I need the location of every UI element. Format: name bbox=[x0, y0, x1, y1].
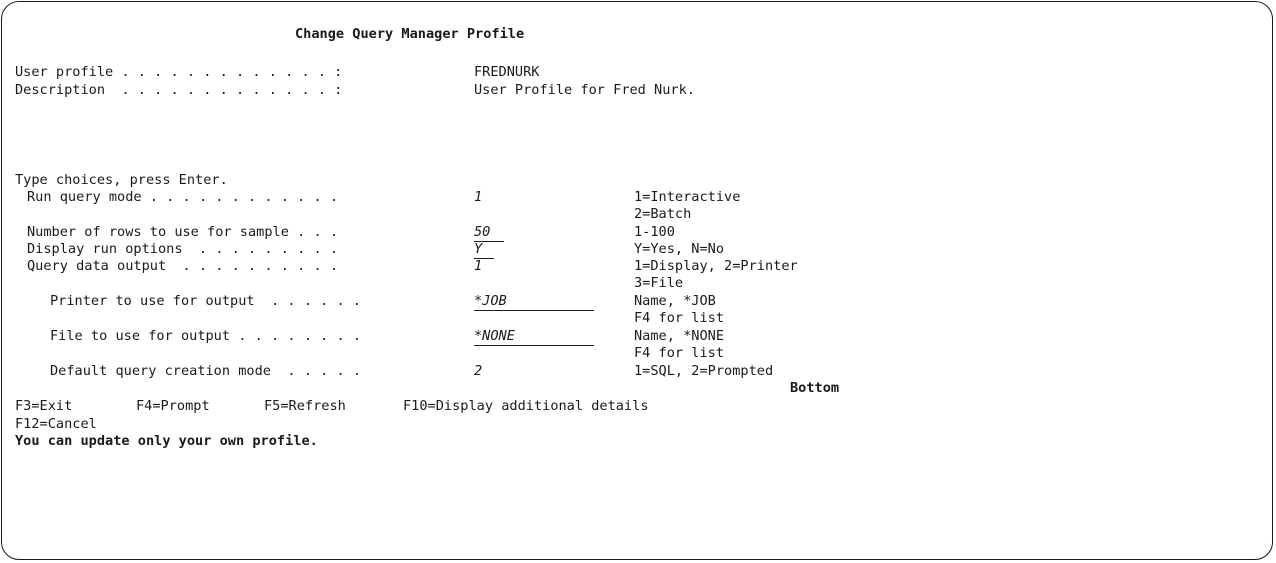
user-profile-value: FREDNURK bbox=[474, 64, 540, 80]
description-label: Description . . . . . . . . . . . . . : bbox=[15, 82, 343, 98]
run-query-mode-help-1: 1=Interactive bbox=[634, 189, 741, 205]
file-output-help-2: F4 for list bbox=[634, 345, 725, 361]
file-output-label: File to use for output . . . . . . . . bbox=[50, 328, 361, 344]
f3-exit-key[interactable]: F3=Exit bbox=[15, 398, 72, 415]
printer-output-input[interactable]: *JOB bbox=[474, 293, 594, 311]
user-profile-label: User profile . . . . . . . . . . . . . : bbox=[15, 64, 343, 80]
status-message: You can update only your own profile. bbox=[15, 433, 318, 449]
default-creation-mode-label: Default query creation mode . . . . . bbox=[50, 363, 361, 379]
display-run-options-label: Display run options . . . . . . . . . bbox=[27, 241, 338, 257]
description-value: User Profile for Fred Nurk. bbox=[474, 82, 695, 98]
printer-output-help-1: Name, *JOB bbox=[634, 293, 716, 309]
f4-prompt-key[interactable]: F4=Prompt bbox=[136, 398, 210, 415]
printer-output-help-2: F4 for list bbox=[634, 310, 725, 326]
default-creation-mode-input[interactable]: 2 bbox=[474, 363, 482, 380]
run-query-mode-label: Run query mode . . . . . . . . . . . . bbox=[27, 189, 338, 205]
query-data-output-label: Query data output . . . . . . . . . . bbox=[27, 258, 338, 274]
file-output-help-1: Name, *NONE bbox=[634, 328, 725, 344]
instructions-text: Type choices, press Enter. bbox=[15, 172, 228, 188]
screen-title: Change Query Manager Profile bbox=[295, 26, 525, 42]
terminal-screen: Change Query Manager Profile User profil… bbox=[1, 1, 1273, 560]
scroll-indicator: Bottom bbox=[790, 380, 840, 396]
rows-sample-label: Number of rows to use for sample . . . bbox=[27, 224, 338, 240]
file-output-input[interactable]: *NONE bbox=[474, 328, 594, 346]
run-query-mode-help-2: 2=Batch bbox=[634, 206, 692, 222]
display-run-options-input[interactable]: Y bbox=[474, 241, 494, 259]
run-query-mode-input[interactable]: 1 bbox=[474, 189, 482, 206]
f12-cancel-key[interactable]: F12=Cancel bbox=[15, 416, 97, 433]
display-run-options-help: Y=Yes, N=No bbox=[634, 241, 725, 257]
query-data-output-help-2: 3=File bbox=[634, 275, 684, 291]
rows-sample-input[interactable]: 50 bbox=[474, 224, 504, 242]
f5-refresh-key[interactable]: F5=Refresh bbox=[264, 398, 346, 415]
query-data-output-input[interactable]: 1 bbox=[474, 258, 482, 275]
default-creation-mode-help: 1=SQL, 2=Prompted bbox=[634, 363, 774, 379]
query-data-output-help-1: 1=Display, 2=Printer bbox=[634, 258, 798, 274]
f10-display-details-key[interactable]: F10=Display additional details bbox=[403, 398, 649, 415]
printer-output-label: Printer to use for output . . . . . . bbox=[50, 293, 361, 309]
rows-sample-help: 1-100 bbox=[634, 224, 675, 240]
